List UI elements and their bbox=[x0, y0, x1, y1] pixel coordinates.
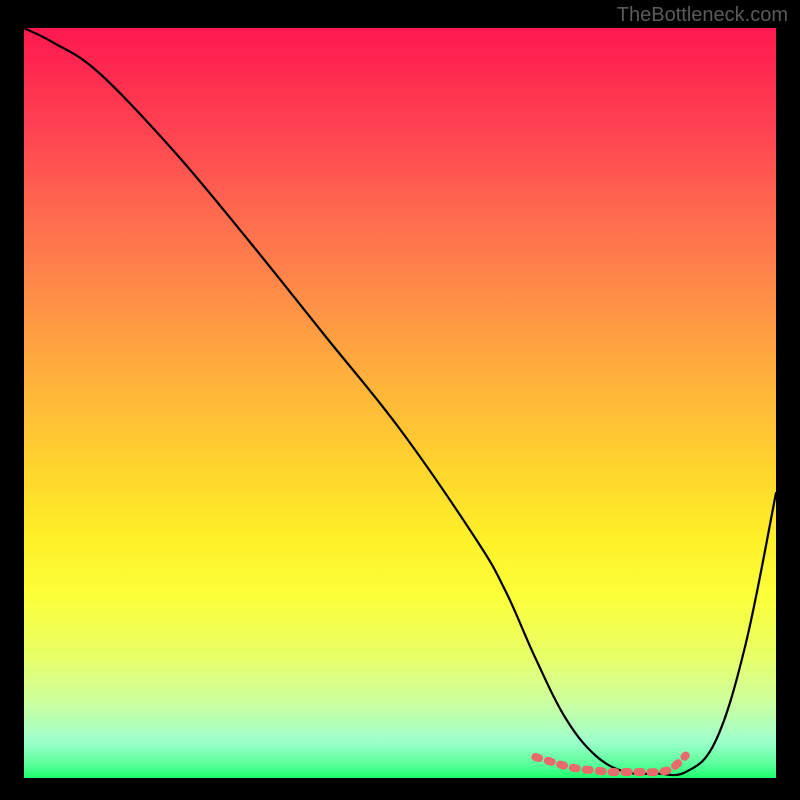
plot-area bbox=[24, 28, 776, 778]
curve-svg bbox=[24, 28, 776, 778]
bottleneck-curve-path bbox=[24, 28, 776, 775]
watermark-text: TheBottleneck.com bbox=[617, 4, 788, 27]
optimal-range-marker-path bbox=[535, 756, 685, 773]
